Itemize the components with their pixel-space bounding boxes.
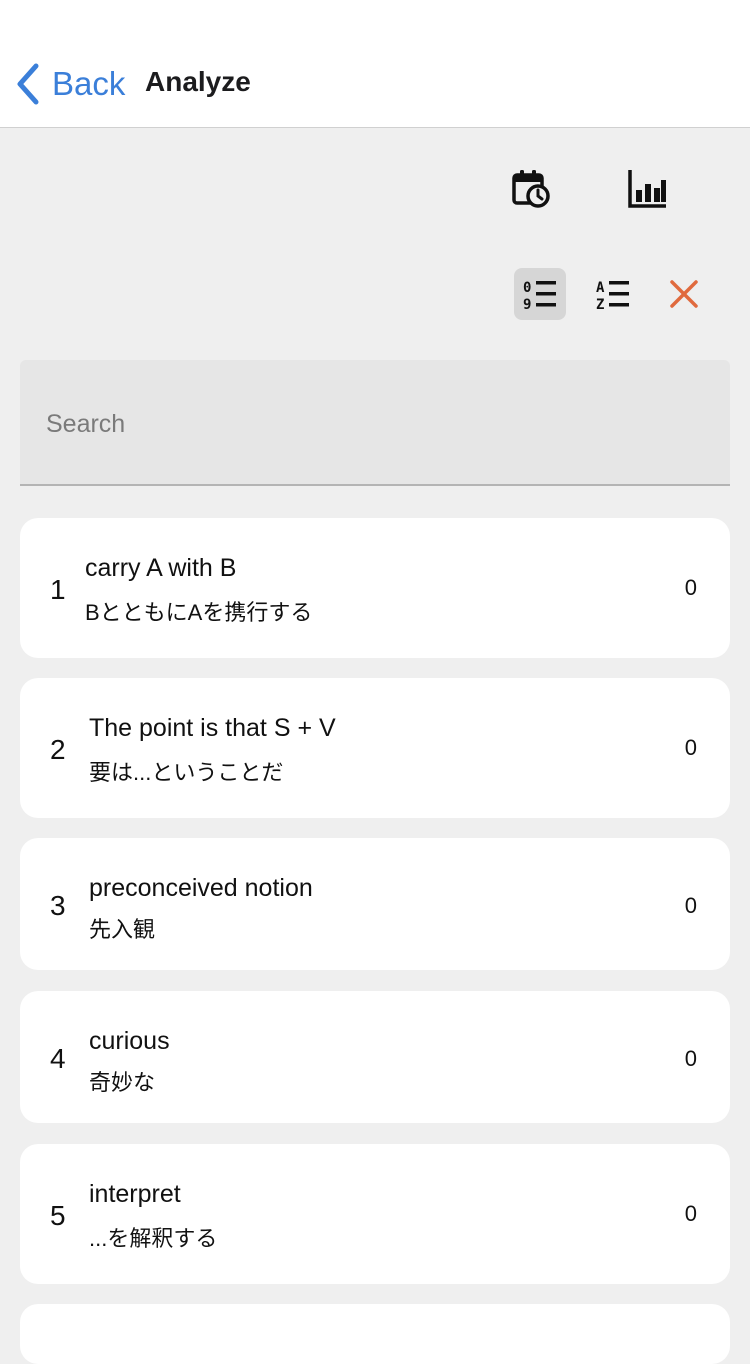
- item-index: 4: [50, 1043, 66, 1074]
- list-item[interactable]: 1 carry A with B BとともにAを携行する 0: [20, 518, 730, 658]
- clear-button[interactable]: [662, 272, 706, 316]
- item-index: 2: [50, 734, 66, 765]
- item-count: 0: [684, 893, 697, 918]
- item-count: 0: [684, 575, 697, 600]
- search-box[interactable]: [20, 360, 730, 486]
- item-count: 0: [684, 1046, 697, 1071]
- statistics-button[interactable]: [624, 166, 670, 212]
- search-input[interactable]: [44, 398, 708, 450]
- item-meaning: BとともにAを携行する: [85, 600, 313, 625]
- list-item[interactable]: 5 interpret ...を解釈する 0: [20, 1144, 730, 1284]
- item-meaning: 先入観: [89, 917, 156, 942]
- item-index: 3: [50, 890, 66, 921]
- item-word: preconceived notion: [89, 874, 313, 902]
- item-count: 0: [684, 1201, 697, 1226]
- svg-text:A: A: [596, 280, 605, 296]
- calendar-clock-icon: [512, 170, 550, 208]
- item-word: curious: [89, 1027, 170, 1055]
- list-item[interactable]: 3 preconceived notion 先入観 0: [20, 838, 730, 970]
- item-meaning: 奇妙な: [89, 1070, 156, 1095]
- svg-text:0: 0: [523, 280, 531, 296]
- back-button-label: Back: [52, 65, 126, 102]
- item-word: The point is that S + V: [89, 714, 336, 742]
- item-count: 0: [684, 735, 697, 760]
- list-item[interactable]: 4 curious 奇妙な 0: [20, 991, 730, 1123]
- sort-alpha-button[interactable]: A Z: [588, 268, 638, 320]
- history-button[interactable]: [508, 166, 552, 210]
- navigation-bar: Back Analyze: [0, 0, 750, 128]
- item-index: 5: [50, 1200, 66, 1231]
- back-button[interactable]: Back: [14, 58, 125, 110]
- page-title: Analyze: [145, 66, 251, 97]
- sort-alpha-icon: A Z: [596, 280, 629, 311]
- item-meaning: 要は...ということだ: [89, 760, 284, 785]
- chevron-left-icon: [17, 63, 39, 105]
- item-meaning: ...を解釈する: [89, 1226, 218, 1251]
- close-icon: [670, 280, 698, 308]
- list-item[interactable]: [20, 1304, 730, 1364]
- item-index: 1: [50, 574, 66, 605]
- sort-numeric-icon: 0 9: [523, 280, 556, 311]
- bar-chart-icon: [628, 170, 666, 208]
- item-word: interpret: [89, 1180, 181, 1208]
- svg-text:Z: Z: [596, 297, 604, 311]
- svg-text:9: 9: [523, 297, 531, 311]
- list-item[interactable]: 2 The point is that S + V 要は...ということだ 0: [20, 678, 730, 818]
- sort-numeric-button[interactable]: 0 9: [514, 268, 566, 320]
- item-word: carry A with B: [85, 554, 237, 582]
